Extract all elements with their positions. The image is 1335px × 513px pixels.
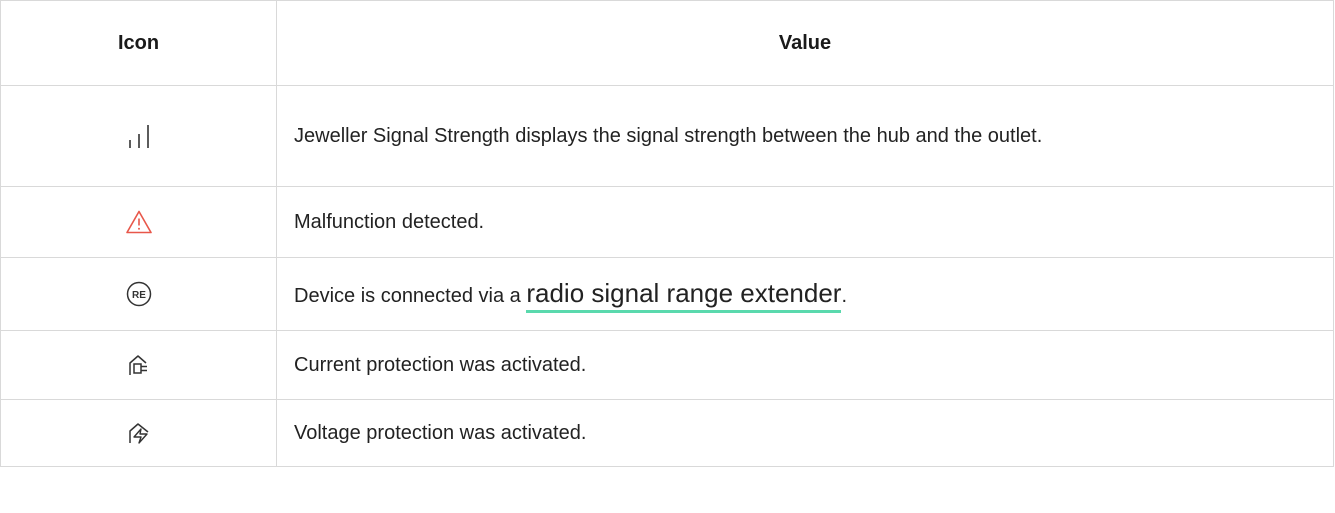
icon-legend-table: Icon Value Jeweller Signal Strength disp… — [0, 0, 1334, 467]
range-extender-link[interactable]: radio signal range extender — [526, 277, 842, 313]
signal-strength-icon — [126, 125, 152, 148]
table-row: Current protection was activated. — [0, 330, 1334, 400]
current-protection-icon — [127, 355, 151, 375]
value-text: Device is connected via a — [294, 284, 527, 307]
value-cell: Malfunction detected. — [276, 186, 1334, 258]
warning-triangle-icon — [125, 210, 152, 234]
icon-cell — [0, 186, 277, 258]
value-cell: Device is connected via a radio signal r… — [276, 257, 1334, 331]
voltage-protection-icon — [127, 423, 151, 444]
value-cell: Current protection was activated. — [276, 330, 1334, 400]
table-row: Jeweller Signal Strength displays the si… — [0, 85, 1334, 187]
value-text-end: . — [841, 284, 848, 307]
header-value: Value — [276, 0, 1334, 86]
icon-cell — [0, 399, 277, 467]
value-cell: Voltage protection was activated. — [276, 399, 1334, 467]
table-row: Voltage protection was activated. — [0, 399, 1334, 467]
icon-cell: RE — [0, 257, 277, 331]
table-header-row: Icon Value — [0, 0, 1334, 86]
table-row: Malfunction detected. — [0, 186, 1334, 258]
header-icon: Icon — [0, 0, 277, 86]
value-cell: Jeweller Signal Strength displays the si… — [276, 85, 1334, 187]
icon-cell — [0, 85, 277, 187]
range-extender-re-icon: RE — [126, 281, 152, 307]
icon-cell — [0, 330, 277, 400]
re-icon-label: RE — [132, 290, 146, 301]
table-row: RE Device is connected via a radio signa… — [0, 257, 1334, 331]
